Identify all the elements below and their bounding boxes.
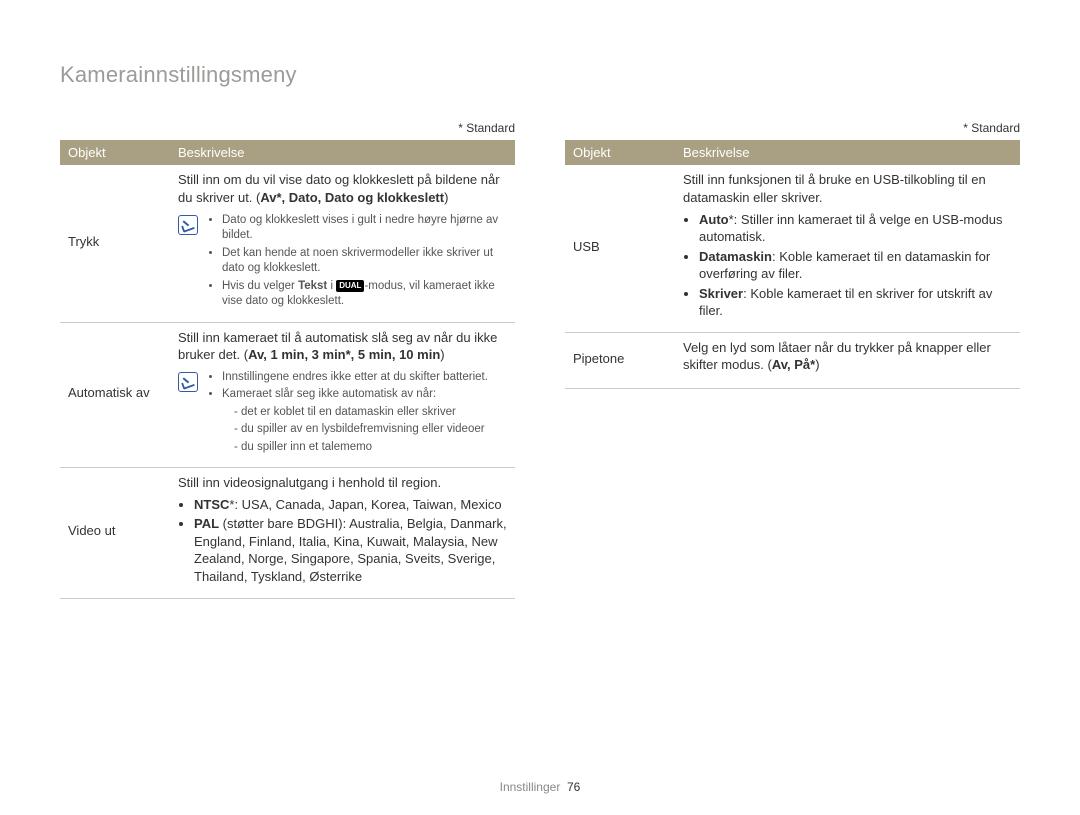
- page: Kamerainnstillingsmeny * Standard Objekt…: [0, 0, 1080, 815]
- pipetone-desc: Velg en lyd som låtaer når du trykker på…: [683, 339, 1014, 374]
- usb-intro: Still inn funksjonen til å bruke en USB-…: [683, 171, 1014, 206]
- note-icon: [178, 372, 198, 392]
- list-item: du spiller av en lysbildefremvisning ell…: [234, 422, 488, 438]
- sub-list-autoav: det er koblet til en datamaskin eller sk…: [222, 405, 488, 456]
- page-number: 76: [567, 780, 580, 794]
- col-header-objekt: Objekt: [60, 140, 170, 166]
- right-column: * Standard Objekt Beskrivelse USB Still …: [565, 120, 1020, 599]
- list-item: Innstillingene endres ikke etter at du s…: [222, 370, 488, 386]
- video-intro: Still inn videosignalutgang i henhold ti…: [178, 474, 509, 492]
- footer-section: Innstillinger: [500, 780, 561, 794]
- list-item: Datamaskin: Koble kameraet til en datama…: [699, 248, 1014, 283]
- note-icon: [178, 215, 198, 235]
- list-item: Auto*: Stiller inn kameraet til å velge …: [699, 211, 1014, 246]
- obj-cell-pipetone: Pipetone: [565, 332, 675, 388]
- video-bullets: NTSC*: USA, Canada, Japan, Korea, Taiwan…: [178, 496, 509, 586]
- note-box-trykk: Dato og klokkeslett vises i gult i nedre…: [178, 213, 509, 312]
- col-header-beskrivelse: Beskrivelse: [170, 140, 515, 166]
- obj-cell-autoav: Automatisk av: [60, 322, 170, 468]
- list-item: du spiller inn et talememo: [234, 440, 488, 456]
- list-item: Skriver: Koble kameraet til en skriver f…: [699, 285, 1014, 320]
- table-row: Video ut Still inn videosignalutgang i h…: [60, 468, 515, 598]
- obj-cell-video: Video ut: [60, 468, 170, 598]
- list-item: Kameraet slår seg ikke automatisk av når…: [222, 387, 488, 455]
- table-row: USB Still inn funksjonen til å bruke en …: [565, 165, 1020, 332]
- content-columns: * Standard Objekt Beskrivelse Trykk: [60, 120, 1020, 599]
- table-row: Trykk Still inn om du vil vise dato og k…: [60, 165, 515, 322]
- table-row: Pipetone Velg en lyd som låtaer når du t…: [565, 332, 1020, 388]
- obj-cell-trykk: Trykk: [60, 165, 170, 322]
- list-item: Det kan hende at noen skrivermodeller ik…: [222, 246, 509, 277]
- list-item: NTSC*: USA, Canada, Japan, Korea, Taiwan…: [194, 496, 509, 514]
- standard-note-left: * Standard: [60, 120, 515, 136]
- desc-cell-trykk: Still inn om du vil vise dato og klokkes…: [170, 165, 515, 322]
- desc-cell-autoav: Still inn kameraet til å automatisk slå …: [170, 322, 515, 468]
- settings-table-right: Objekt Beskrivelse USB Still inn funksjo…: [565, 140, 1020, 389]
- desc-cell-video: Still inn videosignalutgang i henhold ti…: [170, 468, 515, 598]
- desc-cell-pipetone: Velg en lyd som låtaer når du trykker på…: [675, 332, 1020, 388]
- list-item: Hvis du velger Tekst i DUAL-modus, vil k…: [222, 279, 509, 310]
- trykk-desc: Still inn om du vil vise dato og klokkes…: [178, 171, 509, 206]
- usb-bullets: Auto*: Stiller inn kameraet til å velge …: [683, 211, 1014, 320]
- desc-cell-usb: Still inn funksjonen til å bruke en USB-…: [675, 165, 1020, 332]
- standard-note-right: * Standard: [565, 120, 1020, 136]
- settings-table-left: Objekt Beskrivelse Trykk Still inn om du…: [60, 140, 515, 599]
- page-title: Kamerainnstillingsmeny: [60, 60, 1020, 90]
- list-item: PAL (støtter bare BDGHI): Australia, Bel…: [194, 515, 509, 585]
- table-row: Automatisk av Still inn kameraet til å a…: [60, 322, 515, 468]
- mode-icon: DUAL: [336, 280, 364, 292]
- note-list-autoav: Innstillingene endres ikke etter at du s…: [208, 370, 488, 458]
- note-box-autoav: Innstillingene endres ikke etter at du s…: [178, 370, 509, 458]
- list-item: det er koblet til en datamaskin eller sk…: [234, 405, 488, 421]
- footer: Innstillinger 76: [0, 779, 1080, 795]
- note-list-trykk: Dato og klokkeslett vises i gult i nedre…: [208, 213, 509, 312]
- col-header-objekt: Objekt: [565, 140, 675, 166]
- left-column: * Standard Objekt Beskrivelse Trykk: [60, 120, 515, 599]
- obj-cell-usb: USB: [565, 165, 675, 332]
- list-item: Dato og klokkeslett vises i gult i nedre…: [222, 213, 509, 244]
- col-header-beskrivelse: Beskrivelse: [675, 140, 1020, 166]
- autoav-desc: Still inn kameraet til å automatisk slå …: [178, 329, 509, 364]
